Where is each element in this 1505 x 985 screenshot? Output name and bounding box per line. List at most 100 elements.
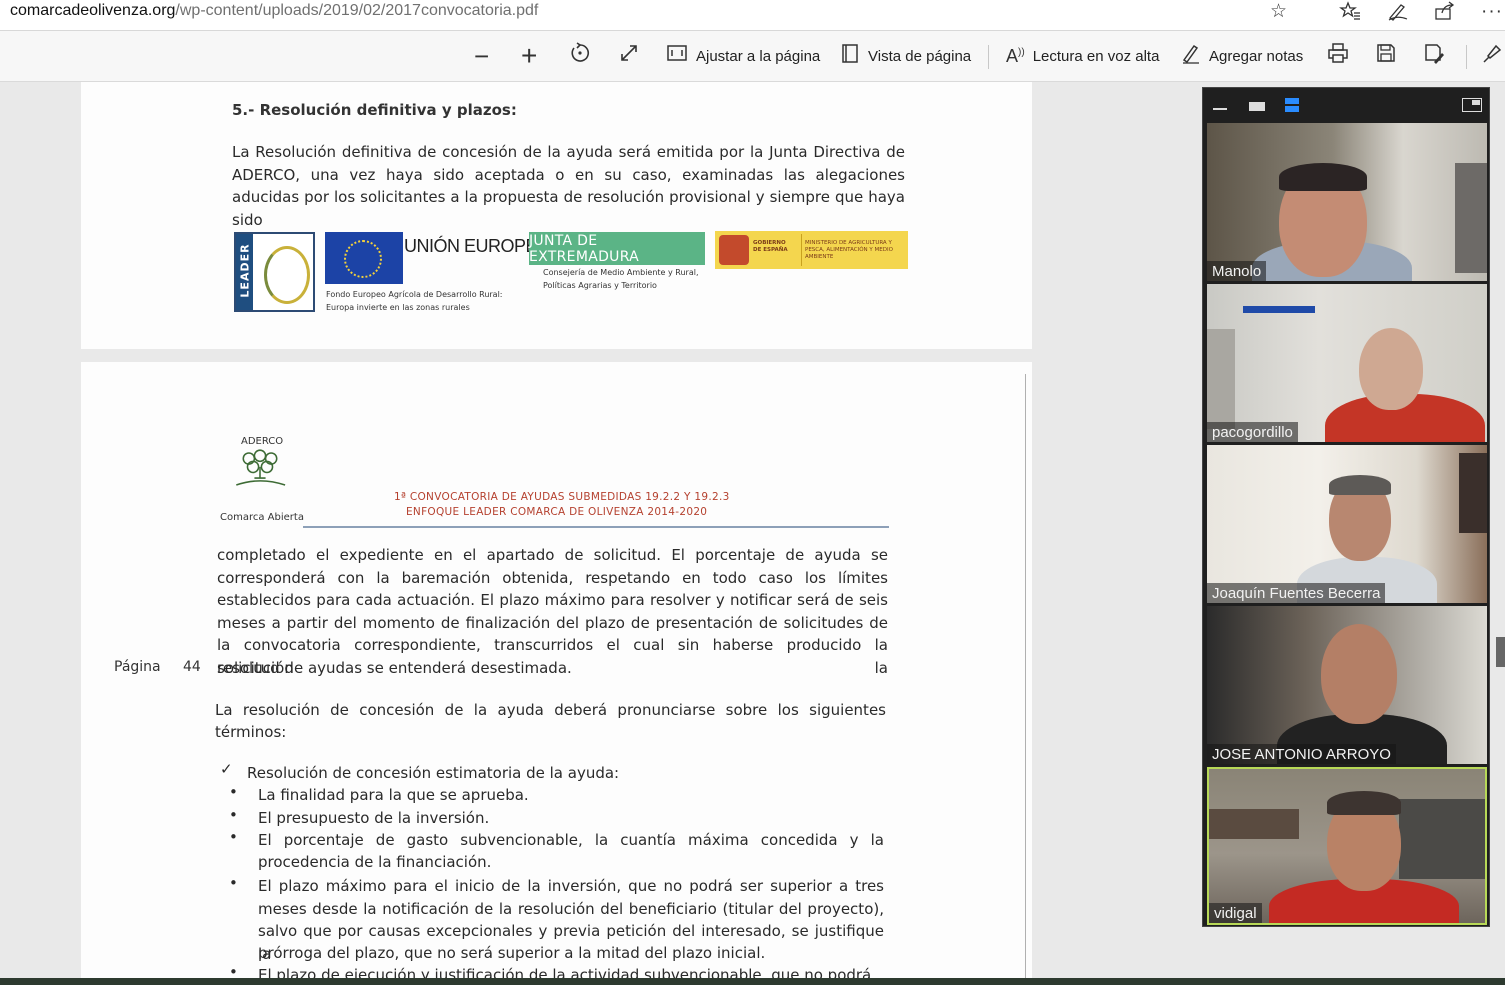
list-item: El plazo de ejecución y justificación de… [258,966,872,978]
print-button[interactable] [1327,31,1357,81]
junta-extremadura-logo: JUNTA DE EXTREMADURA [529,232,705,265]
leader-logo-text: LEADER [238,243,252,298]
participant-name: vidigal [1209,903,1262,923]
rotate-button[interactable] [569,31,599,81]
read-aloud-icon: A)) [1006,45,1025,66]
url-path: /wp-content/uploads/2019/02/2017convocat… [175,2,539,19]
eu-flag-logo [325,232,403,284]
list-item: El presupuesto de la inversión. [258,809,490,827]
page-view-icon [840,42,860,70]
add-notes-label: Agregar notas [1209,47,1304,65]
paragraph-last-line: términos: [215,723,287,741]
participant-tile[interactable]: pacogordillo [1207,284,1487,442]
fullscreen-button[interactable] [618,31,648,81]
fit-page-icon [666,43,688,69]
read-aloud-button[interactable]: A)) Lectura en voz alta [1006,31,1159,81]
paragraph: La Resolución definitiva de concesión de… [232,143,905,229]
header-line: 1ª CONVOCATORIA DE AYUDAS SUBMEDIDAS 19.… [394,491,730,503]
bullet-icon: • [229,806,238,824]
star-icon[interactable]: ☆ [1270,1,1287,23]
participant-name: pacogordillo [1207,422,1298,442]
share-icon[interactable] [1434,1,1456,27]
participant-name: Joaquín Fuentes Becerra [1207,583,1386,603]
zoom-in-button[interactable]: + [521,31,545,81]
save-as-button[interactable] [1423,31,1453,81]
eu-subtitle-line: Fondo Europeo Agrícola de Desarrollo Rur… [326,290,503,299]
save-icon [1375,42,1397,70]
minimize-icon[interactable] [1213,108,1227,110]
junta-subtitle: Consejería de Medio Ambiente y Rural, Po… [543,266,699,292]
leader-logo: LEADER [234,232,315,312]
junta-subtitle-line: Políticas Agrarias y Territorio [543,281,657,290]
participant-name: Manolo [1207,261,1267,281]
url-text[interactable]: comarcadeolivenza.org/wp-content/uploads… [10,2,538,20]
paragraph-last-line: solicitud de ayudas se entenderá desesti… [217,659,572,677]
pdf-page: ADERCO Comarca Abierta 1ª CONVOCATORIA D… [81,362,1032,978]
video-panel-controls [1203,88,1489,121]
participant-tile-active-speaker[interactable]: vidigal [1207,767,1487,925]
aderco-tree-logo [236,449,286,486]
junta-subtitle-line: Consejería de Medio Ambiente y Rural, [543,268,699,277]
add-notes-button[interactable]: Agregar notas [1181,31,1303,81]
more-icon[interactable]: ··· [1481,1,1503,23]
speaker-view-icon[interactable] [1249,102,1265,111]
minus-icon: − [474,40,490,71]
page-view-button[interactable]: Vista de página [840,31,971,81]
checkmark-icon: ✓ [220,760,233,778]
header-rule [303,526,889,528]
spain-crest-icon [719,235,749,265]
pin-icon [1482,42,1502,70]
participant-tile[interactable]: JOSE ANTONIO ARROYO [1207,606,1487,764]
layout-icon[interactable] [1462,98,1482,112]
pin-toolbar-button[interactable] [1482,31,1505,81]
header-line: ENFOQUE LEADER COMARCA DE OLIVENZA 2014-… [406,506,708,518]
printer-icon [1327,42,1349,70]
list-item-continuation: procedencia de la financiación. [258,853,492,871]
pen-note-icon [1181,42,1201,70]
aderco-subtitle: Comarca Abierta [220,512,304,523]
read-aloud-label: Lectura en voz alta [1032,47,1160,65]
fit-page-button[interactable]: Ajustar a la página [666,31,820,81]
save-button[interactable] [1375,31,1405,81]
url-host: comarcadeolivenza.org [10,2,176,19]
participant-name: JOSE ANTONIO ARROYO [1207,744,1396,764]
list-item: El porcentaje de gasto subvencionable, l… [258,831,884,849]
page-edge [1025,374,1026,978]
eu-subtitle: Fondo Europeo Agrícola de Desarrollo Rur… [326,288,503,314]
page-view-label: Vista de página [868,47,972,65]
plus-icon: + [521,40,538,71]
participant-tile[interactable]: Manolo [1207,123,1487,281]
rotate-icon [569,42,591,70]
spain-logo-text: MINISTERIO DE AGRICULTURA Y PESCA, ALIME… [805,240,893,260]
bullet-icon: • [229,874,238,892]
expand-icon [618,42,640,70]
pen-icon[interactable] [1387,1,1409,27]
pdf-page: 5.- Resolución definitiva y plazos: La R… [81,82,1032,349]
save-as-icon [1423,42,1445,70]
pdf-toolbar: − + Ajustar a la página Vista de página … [0,31,1505,82]
page-number: 44 [183,659,201,675]
spain-government-logo: GOBIERNO DE ESPAÑA MINISTERIO DE AGRICUL… [715,231,908,269]
list-item: Resolución de concesión estimatoria de l… [247,764,620,782]
paragraph: La resolución de concesión de la ayuda d… [215,701,886,719]
zoom-out-button[interactable]: − [474,31,497,81]
participant-tile[interactable]: Joaquín Fuentes Becerra [1207,445,1487,603]
bullet-icon: • [229,783,238,801]
list-item-continuation: prórroga del plazo, que no será superior… [258,944,766,962]
scrollbar-thumb[interactable] [1496,637,1505,667]
toolbar-divider [988,45,989,69]
eu-subtitle-line: Europa invierte en las zonas rurales [326,303,470,312]
video-call-panel: Manolo pacogordillo Joaquín Fuentes Bece… [1202,87,1490,927]
fit-page-label: Ajustar a la página [696,47,821,65]
section-heading: 5.- Resolución definitiva y plazos: [232,101,517,119]
spain-logo-text: GOBIERNO DE ESPAÑA [753,240,788,253]
eu-title: UNIÓN EUROPEA [404,236,549,256]
favorites-icon[interactable] [1339,1,1361,27]
page-label: Página [114,659,161,675]
address-bar[interactable]: comarcadeolivenza.org/wp-content/uploads… [0,0,1505,31]
list-item: La finalidad para la que se aprueba. [258,786,529,804]
bullet-icon: • [229,963,238,978]
bullet-icon: • [229,828,238,846]
gallery-view-icon[interactable] [1285,98,1299,112]
toolbar-divider [1466,45,1467,69]
